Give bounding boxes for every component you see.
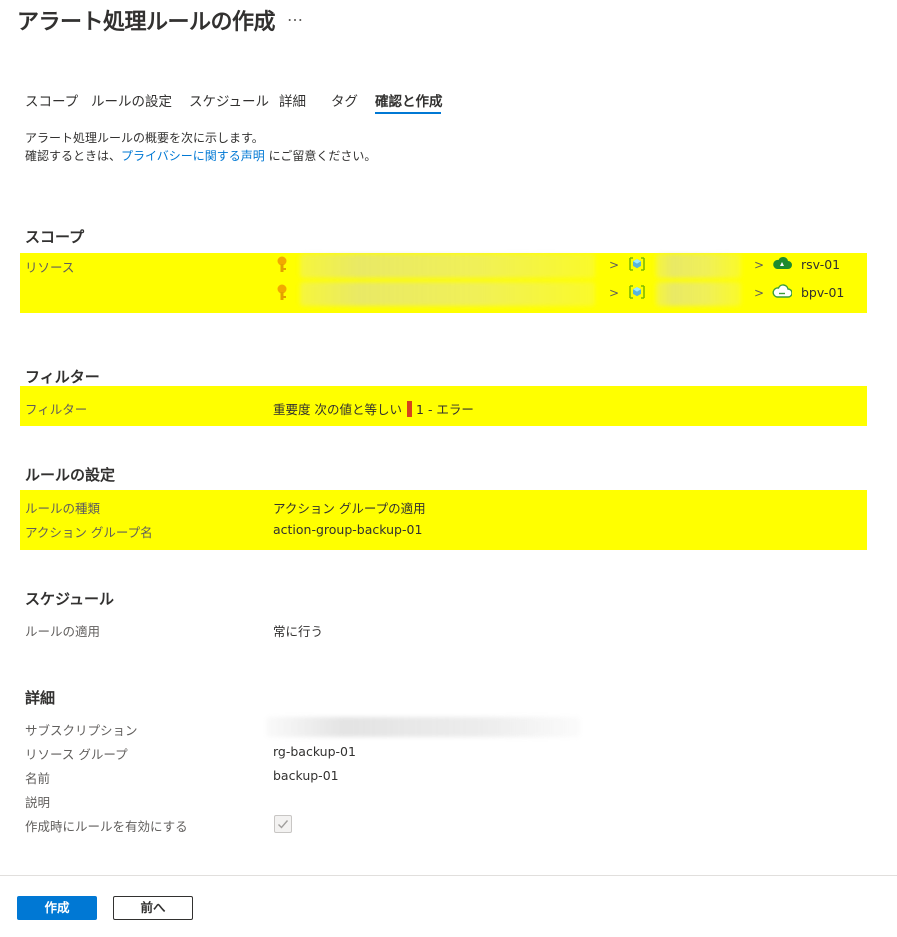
filters-heading: フィルター	[25, 368, 100, 386]
redacted-subscription	[300, 282, 595, 306]
page-title: アラート処理ルールの作成	[17, 10, 276, 35]
key-icon	[277, 284, 287, 300]
rule-type-label: ルールの種類	[25, 501, 101, 516]
apply-rule-value: 常に行う	[273, 624, 324, 639]
resource-group-value: rg-backup-01	[273, 744, 356, 759]
subscription-label: サブスクリプション	[25, 723, 138, 738]
tab-rule-settings[interactable]: ルールの設定	[91, 90, 172, 110]
tab-scope[interactable]: スコープ	[25, 90, 78, 110]
resource-group-label: リソース グループ	[25, 747, 128, 762]
active-tab-indicator	[375, 112, 441, 114]
chevron-right-icon: >	[609, 286, 620, 300]
create-button[interactable]: 作成	[17, 896, 97, 920]
filter-operator: 次の値と等しい	[314, 402, 403, 417]
tab-tags[interactable]: タグ	[331, 90, 358, 110]
action-group-label: アクション グループ名	[25, 525, 153, 540]
action-group-value: action-group-backup-01	[273, 522, 423, 537]
redacted-subscription	[300, 254, 595, 278]
redacted-subscription-value	[266, 717, 580, 737]
details-heading: 詳細	[25, 689, 56, 707]
recovery-services-vault-icon	[773, 256, 792, 269]
rule-type-value: アクション グループの適用	[273, 501, 426, 516]
resource-name: rsv-01	[801, 257, 841, 272]
schedule-heading: スケジュール	[25, 590, 114, 608]
backup-vault-icon	[772, 284, 792, 298]
footer-divider	[0, 875, 897, 876]
privacy-statement-link[interactable]: プライバシーに関する声明	[121, 149, 265, 163]
filter-value: 1 - エラー	[416, 402, 474, 417]
apply-rule-label: ルールの適用	[25, 624, 101, 639]
name-value: backup-01	[273, 768, 339, 783]
rule-settings-heading: ルールの設定	[25, 466, 116, 484]
name-label: 名前	[25, 771, 51, 786]
resource-label: リソース	[25, 260, 75, 275]
tab-schedule[interactable]: スケジュール	[189, 90, 269, 110]
intro-privacy-line: 確認するときは、プライバシーに関する声明 にご留意ください。	[25, 147, 376, 164]
key-icon	[277, 256, 287, 272]
filter-condition: 重要度 次の値と等しい 1 - エラー	[273, 399, 474, 418]
description-label: 説明	[25, 795, 51, 810]
tab-review-create[interactable]: 確認と作成	[375, 90, 443, 110]
enable-rule-checkbox	[274, 815, 292, 833]
filter-field: 重要度	[273, 402, 311, 417]
chevron-right-icon: >	[754, 286, 765, 300]
resource-group-icon	[629, 257, 645, 271]
tab-details[interactable]: 詳細	[279, 90, 306, 110]
more-options-button[interactable]: …	[287, 6, 303, 25]
chevron-right-icon: >	[609, 258, 620, 272]
enable-rule-label: 作成時にルールを有効にする	[25, 819, 188, 834]
intro-text: アラート処理ルールの概要を次に示します。	[25, 131, 264, 145]
intro-prefix: 確認するときは、	[25, 149, 122, 163]
severity-error-icon	[407, 401, 413, 417]
resource-group-icon	[629, 285, 645, 299]
rule-settings-highlight	[20, 490, 867, 550]
intro-suffix: にご留意ください。	[264, 149, 377, 163]
filter-label: フィルター	[25, 402, 88, 417]
resource-name: bpv-01	[801, 285, 845, 300]
previous-button[interactable]: 前へ	[113, 896, 193, 920]
scope-heading: スコープ	[25, 228, 85, 246]
redacted-resource-group	[656, 282, 741, 306]
checkmark-icon	[278, 820, 289, 829]
redacted-resource-group	[656, 254, 741, 278]
chevron-right-icon: >	[754, 258, 765, 272]
